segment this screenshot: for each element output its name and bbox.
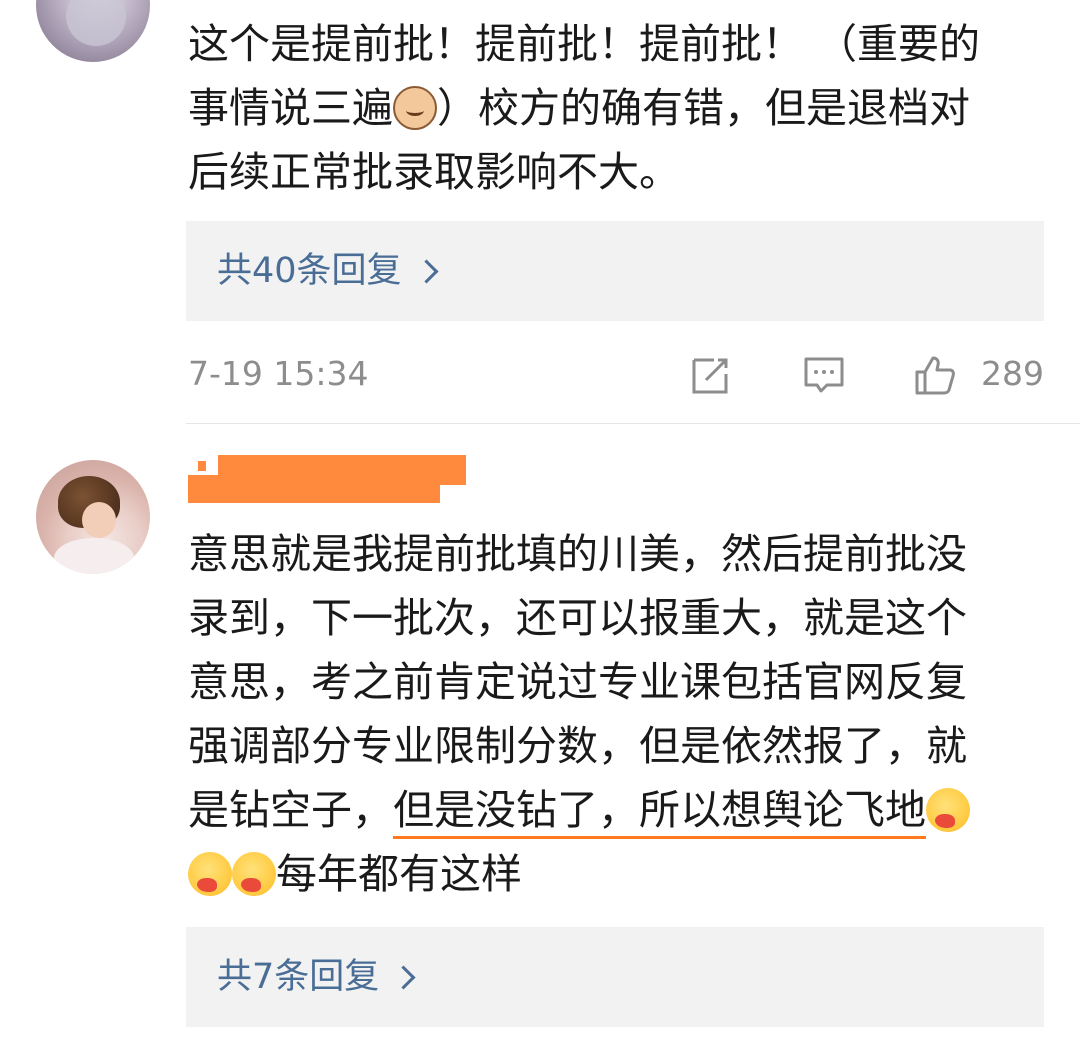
reply-count-label: 共7条回复 (217, 957, 380, 997)
comment-meta-row: 7-19 15:34 289 (188, 348, 1046, 404)
cat-face-emoji-icon (393, 86, 437, 130)
comment-line: 这个是提前批！提前批！提前批！ （重要的 (188, 20, 981, 68)
like-count: 289 (981, 354, 1044, 393)
chevron-right-icon (391, 964, 416, 990)
chevron-right-icon (414, 258, 439, 284)
comment-text: 意思就是我提前批填的川美，然后提前批没 录到，下一批次，还可以报重大，就是这个 … (188, 522, 1048, 906)
avatar-image (66, 0, 126, 46)
comment-line: 每年都有这样 (276, 850, 522, 898)
user-avatar[interactable] (36, 460, 150, 574)
comment-line: ）校方的确有错，但是退档对 (437, 84, 970, 132)
comment-line: 后续正常批录取影响不大。 (188, 148, 680, 196)
comment-line: 录到，下一批次，还可以报重大，就是这个 (188, 594, 967, 642)
comment-text: 这个是提前批！提前批！提前批！ （重要的 事情说三遍 ）校方的确有错，但是退档对 … (188, 12, 1048, 204)
thinking-face-emoji-icon (188, 852, 232, 896)
redacted-username (188, 455, 466, 503)
reply-count-label: 共40条回复 (217, 251, 402, 291)
comment-line: 是钻空子， (188, 786, 393, 834)
thumbs-up-icon[interactable] (914, 354, 956, 396)
highlighted-text: 但是没钻了，所以想舆论飞地 (393, 786, 926, 839)
comment-line: 意思就是我提前批填的川美，然后提前批没 (188, 530, 967, 578)
thinking-face-emoji-icon (232, 852, 276, 896)
user-avatar[interactable] (36, 0, 150, 62)
timestamp: 7-19 15:34 (188, 354, 369, 393)
comment-line: 强调部分专业限制分数，但是依然报了，就 (188, 722, 967, 770)
replies-box[interactable]: 共7条回复 (186, 927, 1044, 1027)
divider (186, 423, 1080, 424)
comment-line: 事情说三遍 (188, 84, 393, 132)
comment-line: 意思，考之前肯定说过专业课包括官网反复 (188, 658, 967, 706)
replies-box[interactable]: 共40条回复 (186, 221, 1044, 321)
view-replies-link[interactable]: 共7条回复 (217, 953, 416, 1001)
view-replies-link[interactable]: 共40条回复 (217, 247, 439, 295)
comment-icon[interactable] (803, 354, 845, 396)
avatar-image (82, 502, 116, 538)
avatar-image (54, 538, 134, 574)
thinking-face-emoji-icon (926, 788, 970, 832)
share-edit-icon[interactable] (690, 354, 732, 396)
